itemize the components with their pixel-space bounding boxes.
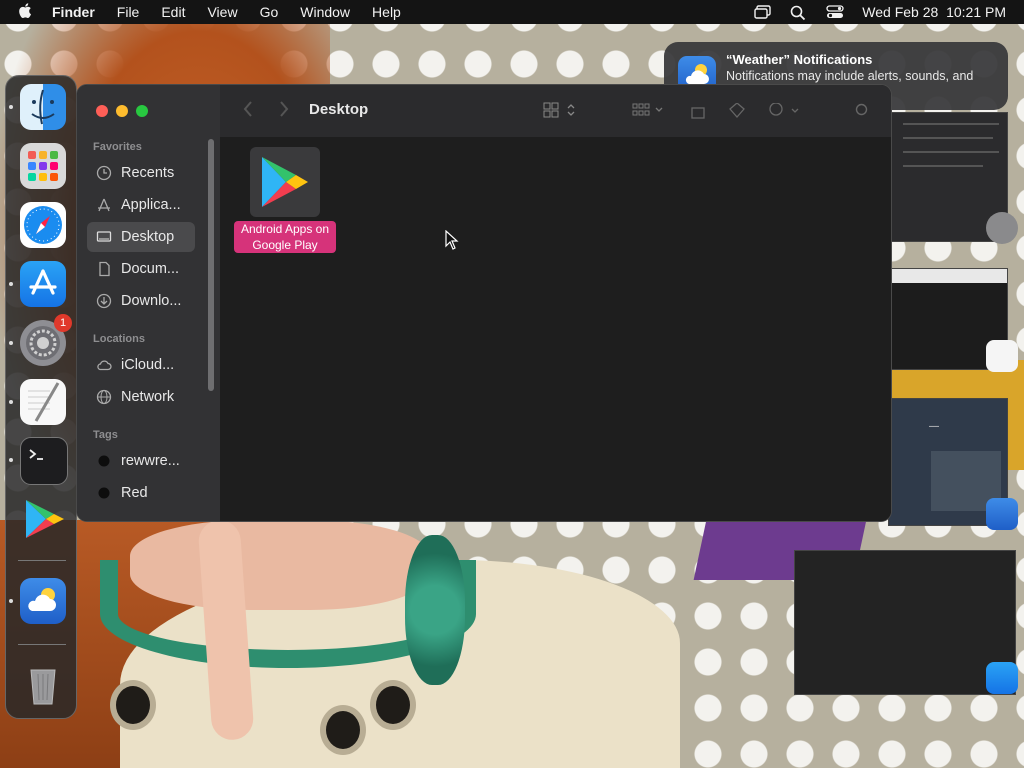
download-icon xyxy=(96,293,112,309)
menu-window[interactable]: Window xyxy=(300,4,350,20)
mouse-cursor-icon xyxy=(445,229,459,255)
running-indicator xyxy=(9,400,13,404)
menu-help[interactable]: Help xyxy=(372,4,401,20)
finder-icon[interactable] xyxy=(20,84,66,130)
notification-title: “Weather” Notifications xyxy=(726,52,873,67)
wallpaper-button xyxy=(370,680,416,730)
desktop-icon xyxy=(96,229,112,245)
textedit-icon[interactable] xyxy=(986,340,1018,372)
finder-window: Favorites Recents Applica... Desktop Doc… xyxy=(76,84,892,522)
running-indicator xyxy=(9,599,13,603)
menu-go[interactable]: Go xyxy=(260,4,279,20)
weather-icon[interactable] xyxy=(986,498,1018,530)
more-actions-icon[interactable] xyxy=(768,102,802,124)
window-thumbnail-app-store[interactable] xyxy=(794,550,1016,695)
cloud-icon xyxy=(96,357,112,373)
back-button[interactable] xyxy=(242,100,254,123)
sidebar-item-label: Recents xyxy=(121,165,175,181)
running-indicator xyxy=(9,282,13,286)
dock: 1 xyxy=(5,75,77,719)
sidebar-item-label: Downlo... xyxy=(121,293,182,309)
google-play-icon[interactable] xyxy=(20,496,66,542)
wallpaper-button xyxy=(320,705,366,755)
control-center-icon[interactable] xyxy=(826,5,844,19)
sidebar-scrollbar[interactable] xyxy=(208,139,214,391)
view-mode-icon[interactable] xyxy=(543,102,579,123)
trash-icon[interactable] xyxy=(20,662,66,708)
sidebar-item-applications[interactable]: Applica... xyxy=(87,190,195,220)
tags-header: Tags xyxy=(93,429,118,441)
textedit-icon[interactable] xyxy=(20,379,66,425)
safari-icon[interactable] xyxy=(20,202,66,248)
sidebar-item-network[interactable]: Network xyxy=(87,382,195,412)
sidebar-item-documents[interactable]: Docum... xyxy=(87,254,195,284)
sidebar-item-label: Red xyxy=(121,485,148,501)
sidebar-item-label: Desktop xyxy=(121,229,175,245)
sidebar-tag-red[interactable]: Red xyxy=(87,478,195,508)
applications-icon xyxy=(96,197,112,213)
finder-sidebar: Favorites Recents Applica... Desktop Doc… xyxy=(77,85,221,521)
tag-dot-icon xyxy=(96,453,112,469)
globe-icon xyxy=(96,389,112,405)
forward-button[interactable] xyxy=(278,100,290,123)
locations-header: Locations xyxy=(93,333,145,345)
menu-edit[interactable]: Edit xyxy=(161,4,185,20)
sidebar-item-label: Network xyxy=(121,389,175,405)
sidebar-item-downloads[interactable]: Downlo... xyxy=(87,286,195,316)
tag-dot-icon xyxy=(96,485,112,501)
close-button[interactable] xyxy=(96,105,108,117)
menu-view[interactable]: View xyxy=(207,4,237,20)
menu-clock[interactable]: Wed Feb 28 10:21 PM xyxy=(862,4,1006,20)
share-icon[interactable] xyxy=(691,103,705,124)
sidebar-item-desktop[interactable]: Desktop xyxy=(87,222,195,252)
running-indicator xyxy=(9,458,13,462)
terminal-icon[interactable] xyxy=(20,437,68,485)
menu-bar: Finder File Edit View Go Window Help Wed… xyxy=(0,0,1024,24)
clock-icon xyxy=(96,165,112,181)
app-store-icon[interactable] xyxy=(986,662,1018,694)
google-play-icon[interactable] xyxy=(250,147,320,217)
sidebar-item-label: Applica... xyxy=(121,197,181,213)
apple-menu-icon[interactable] xyxy=(18,2,38,23)
spotlight-search-icon[interactable] xyxy=(790,5,808,21)
screen-mirroring-icon[interactable] xyxy=(754,5,772,19)
sidebar-item-label: rewwre... xyxy=(121,453,180,469)
sidebar-tag-rewwre[interactable]: rewwre... xyxy=(87,446,195,476)
minimize-button[interactable] xyxy=(116,105,128,117)
wallpaper-button xyxy=(110,680,156,730)
search-icon[interactable] xyxy=(855,103,871,124)
weather-icon[interactable] xyxy=(20,578,66,624)
dock-separator xyxy=(18,560,66,561)
system-settings-icon[interactable] xyxy=(986,212,1018,244)
launchpad-icon[interactable] xyxy=(20,143,66,189)
favorites-header: Favorites xyxy=(93,141,142,153)
system-settings-icon[interactable]: 1 xyxy=(20,314,72,366)
sidebar-item-label: Docum... xyxy=(121,261,180,277)
file-label[interactable]: Android Apps on Google Play xyxy=(234,221,336,253)
running-indicator xyxy=(9,105,13,109)
running-indicator xyxy=(9,341,13,345)
menu-app-name[interactable]: Finder xyxy=(52,4,95,20)
document-icon xyxy=(96,261,112,277)
tag-icon[interactable] xyxy=(728,102,746,124)
sidebar-item-label: iCloud... xyxy=(121,357,175,373)
zoom-button[interactable] xyxy=(136,105,148,117)
wallpaper-earring xyxy=(405,535,465,685)
notification-badge: 1 xyxy=(54,314,72,332)
window-title: Desktop xyxy=(309,101,369,118)
sidebar-item-icloud[interactable]: iCloud... xyxy=(87,350,195,380)
menu-file[interactable]: File xyxy=(117,4,140,20)
sidebar-item-recents[interactable]: Recents xyxy=(87,158,195,188)
dock-separator xyxy=(18,644,66,645)
group-by-icon[interactable] xyxy=(632,102,668,123)
app-store-icon[interactable] xyxy=(20,261,66,307)
finder-content: Android Apps on Google Play xyxy=(220,137,891,521)
finder-toolbar: Desktop xyxy=(220,85,891,138)
